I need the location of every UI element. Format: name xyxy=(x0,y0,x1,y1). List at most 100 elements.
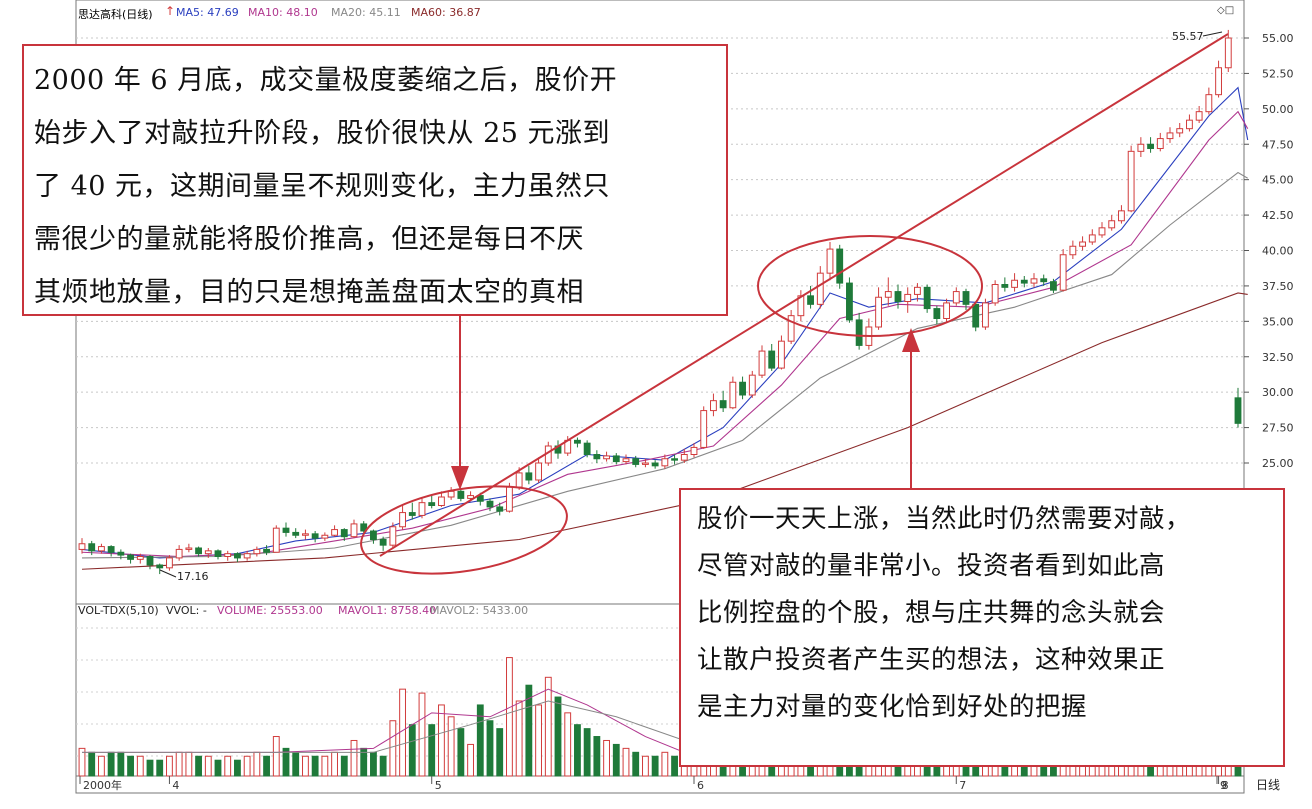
candle-body xyxy=(234,553,241,559)
volume-bar xyxy=(311,755,319,777)
candle-body xyxy=(1011,279,1018,288)
annotation-line: 让散户投资者产生买的想法，这种效果正 xyxy=(697,645,1166,675)
candle-body xyxy=(962,291,970,305)
candle-body xyxy=(991,284,999,304)
candle-body xyxy=(340,529,348,538)
price-tick-label: 30.00 xyxy=(1262,386,1294,399)
candle-body xyxy=(875,296,882,328)
candle-body xyxy=(583,442,591,455)
period-label: 日线 xyxy=(1256,778,1280,792)
candle xyxy=(700,406,708,449)
candle-body xyxy=(1176,128,1184,134)
volume-bar xyxy=(418,692,426,777)
candle-body xyxy=(525,472,533,481)
volume-bar xyxy=(272,736,280,777)
candle xyxy=(272,525,280,553)
candle-body xyxy=(855,319,863,346)
volume-bar xyxy=(544,676,552,777)
candle-body xyxy=(1030,278,1038,284)
candle-body xyxy=(1118,210,1125,222)
candle-body xyxy=(166,557,173,569)
candle-body xyxy=(1166,132,1174,140)
volume-bar xyxy=(661,751,669,777)
annotation-line: 尽管对敲的量非常小。投资者看到如此高 xyxy=(697,551,1166,581)
volume-bar xyxy=(185,751,193,777)
volume-bar xyxy=(438,704,445,777)
candle-body xyxy=(272,527,280,553)
volume-bar xyxy=(457,728,465,777)
candle-body xyxy=(506,486,513,512)
price-tick-label: 47.50 xyxy=(1262,138,1294,151)
candle-body xyxy=(399,512,406,528)
volume-bar xyxy=(535,704,542,777)
volume-bar xyxy=(350,739,358,777)
volume-bar xyxy=(632,751,640,777)
volume-bar xyxy=(204,755,212,777)
candle-body xyxy=(496,506,504,512)
date-tick-label: 4 xyxy=(172,779,179,792)
candle xyxy=(1127,145,1135,213)
volume-bar xyxy=(399,688,406,777)
volume-bar xyxy=(156,759,164,777)
candle-body xyxy=(1137,143,1145,152)
volume-bar xyxy=(622,747,630,777)
candle xyxy=(748,370,756,398)
price-axis: 55.00 52.50 50.00 47.50 45.00 42.50 40.00 37.50… xyxy=(1244,32,1294,470)
candle-body xyxy=(282,527,290,533)
volume-bar xyxy=(408,724,416,777)
volume-bar xyxy=(107,751,115,777)
candle-body xyxy=(574,439,581,444)
candle-body xyxy=(1069,245,1077,256)
candle xyxy=(846,277,853,323)
candle-body xyxy=(1147,143,1154,149)
price-tick-label: 52.50 xyxy=(1262,67,1294,80)
volume-bar xyxy=(175,751,183,777)
ma10-value: MA10: 48.10 xyxy=(248,6,318,19)
candle-body xyxy=(117,551,125,556)
annotation-line: 比例控盘的个股，想与庄共舞的念头就会 xyxy=(697,598,1166,628)
candle-body xyxy=(1079,241,1086,247)
candle-body xyxy=(428,502,436,506)
candle-body xyxy=(904,293,912,302)
volume-bar xyxy=(263,755,270,777)
candle xyxy=(923,284,931,313)
candle-body xyxy=(136,556,144,560)
candle-body xyxy=(418,502,426,516)
candle-body xyxy=(816,272,824,305)
candle-body xyxy=(982,302,989,328)
candle-body xyxy=(302,533,309,536)
mavol2-value: MAVOL2: 5433.00 xyxy=(430,604,529,617)
annotation-line: 始步入了对敲拉升阶段，股价很快从 25 元涨到 xyxy=(34,118,611,149)
annotation-line: 是主力对量的变化恰到好处的把握 xyxy=(697,692,1088,722)
candle-body xyxy=(331,529,338,536)
volume-bar xyxy=(554,696,562,777)
date-tick-label: 7 xyxy=(959,779,966,792)
stock-name: 思达高科(日线) xyxy=(78,8,153,21)
candle-body xyxy=(1050,281,1057,291)
volume-bar xyxy=(195,755,202,777)
candle-body xyxy=(204,550,212,555)
low-label: 17.16 xyxy=(177,570,209,583)
volume-bar xyxy=(302,755,309,777)
candle-body xyxy=(778,340,785,369)
ma5-value: MA5: 47.69 xyxy=(176,6,239,19)
date-tick-label: 2000年 xyxy=(83,778,122,792)
window-restore-icon[interactable]: ◇□ xyxy=(1217,5,1234,16)
candle-body xyxy=(1098,227,1106,236)
candle-body xyxy=(1186,119,1193,130)
candle-body xyxy=(175,548,183,559)
candle-body xyxy=(78,543,86,550)
volume-bar xyxy=(486,720,494,777)
candle-body xyxy=(515,472,523,488)
candle xyxy=(389,522,397,548)
volume-bar xyxy=(583,728,591,777)
volume-bar xyxy=(428,724,436,777)
candle-body xyxy=(370,530,377,540)
price-tick-label: 35.00 xyxy=(1262,315,1294,328)
volume-bar xyxy=(321,755,329,777)
candle-body xyxy=(321,534,329,539)
volume-bar xyxy=(389,720,397,777)
candle xyxy=(583,440,591,458)
candle-body xyxy=(826,248,834,274)
annotation-line: 股价一天天上涨，当然此时仍然需要对敲， xyxy=(697,504,1192,534)
